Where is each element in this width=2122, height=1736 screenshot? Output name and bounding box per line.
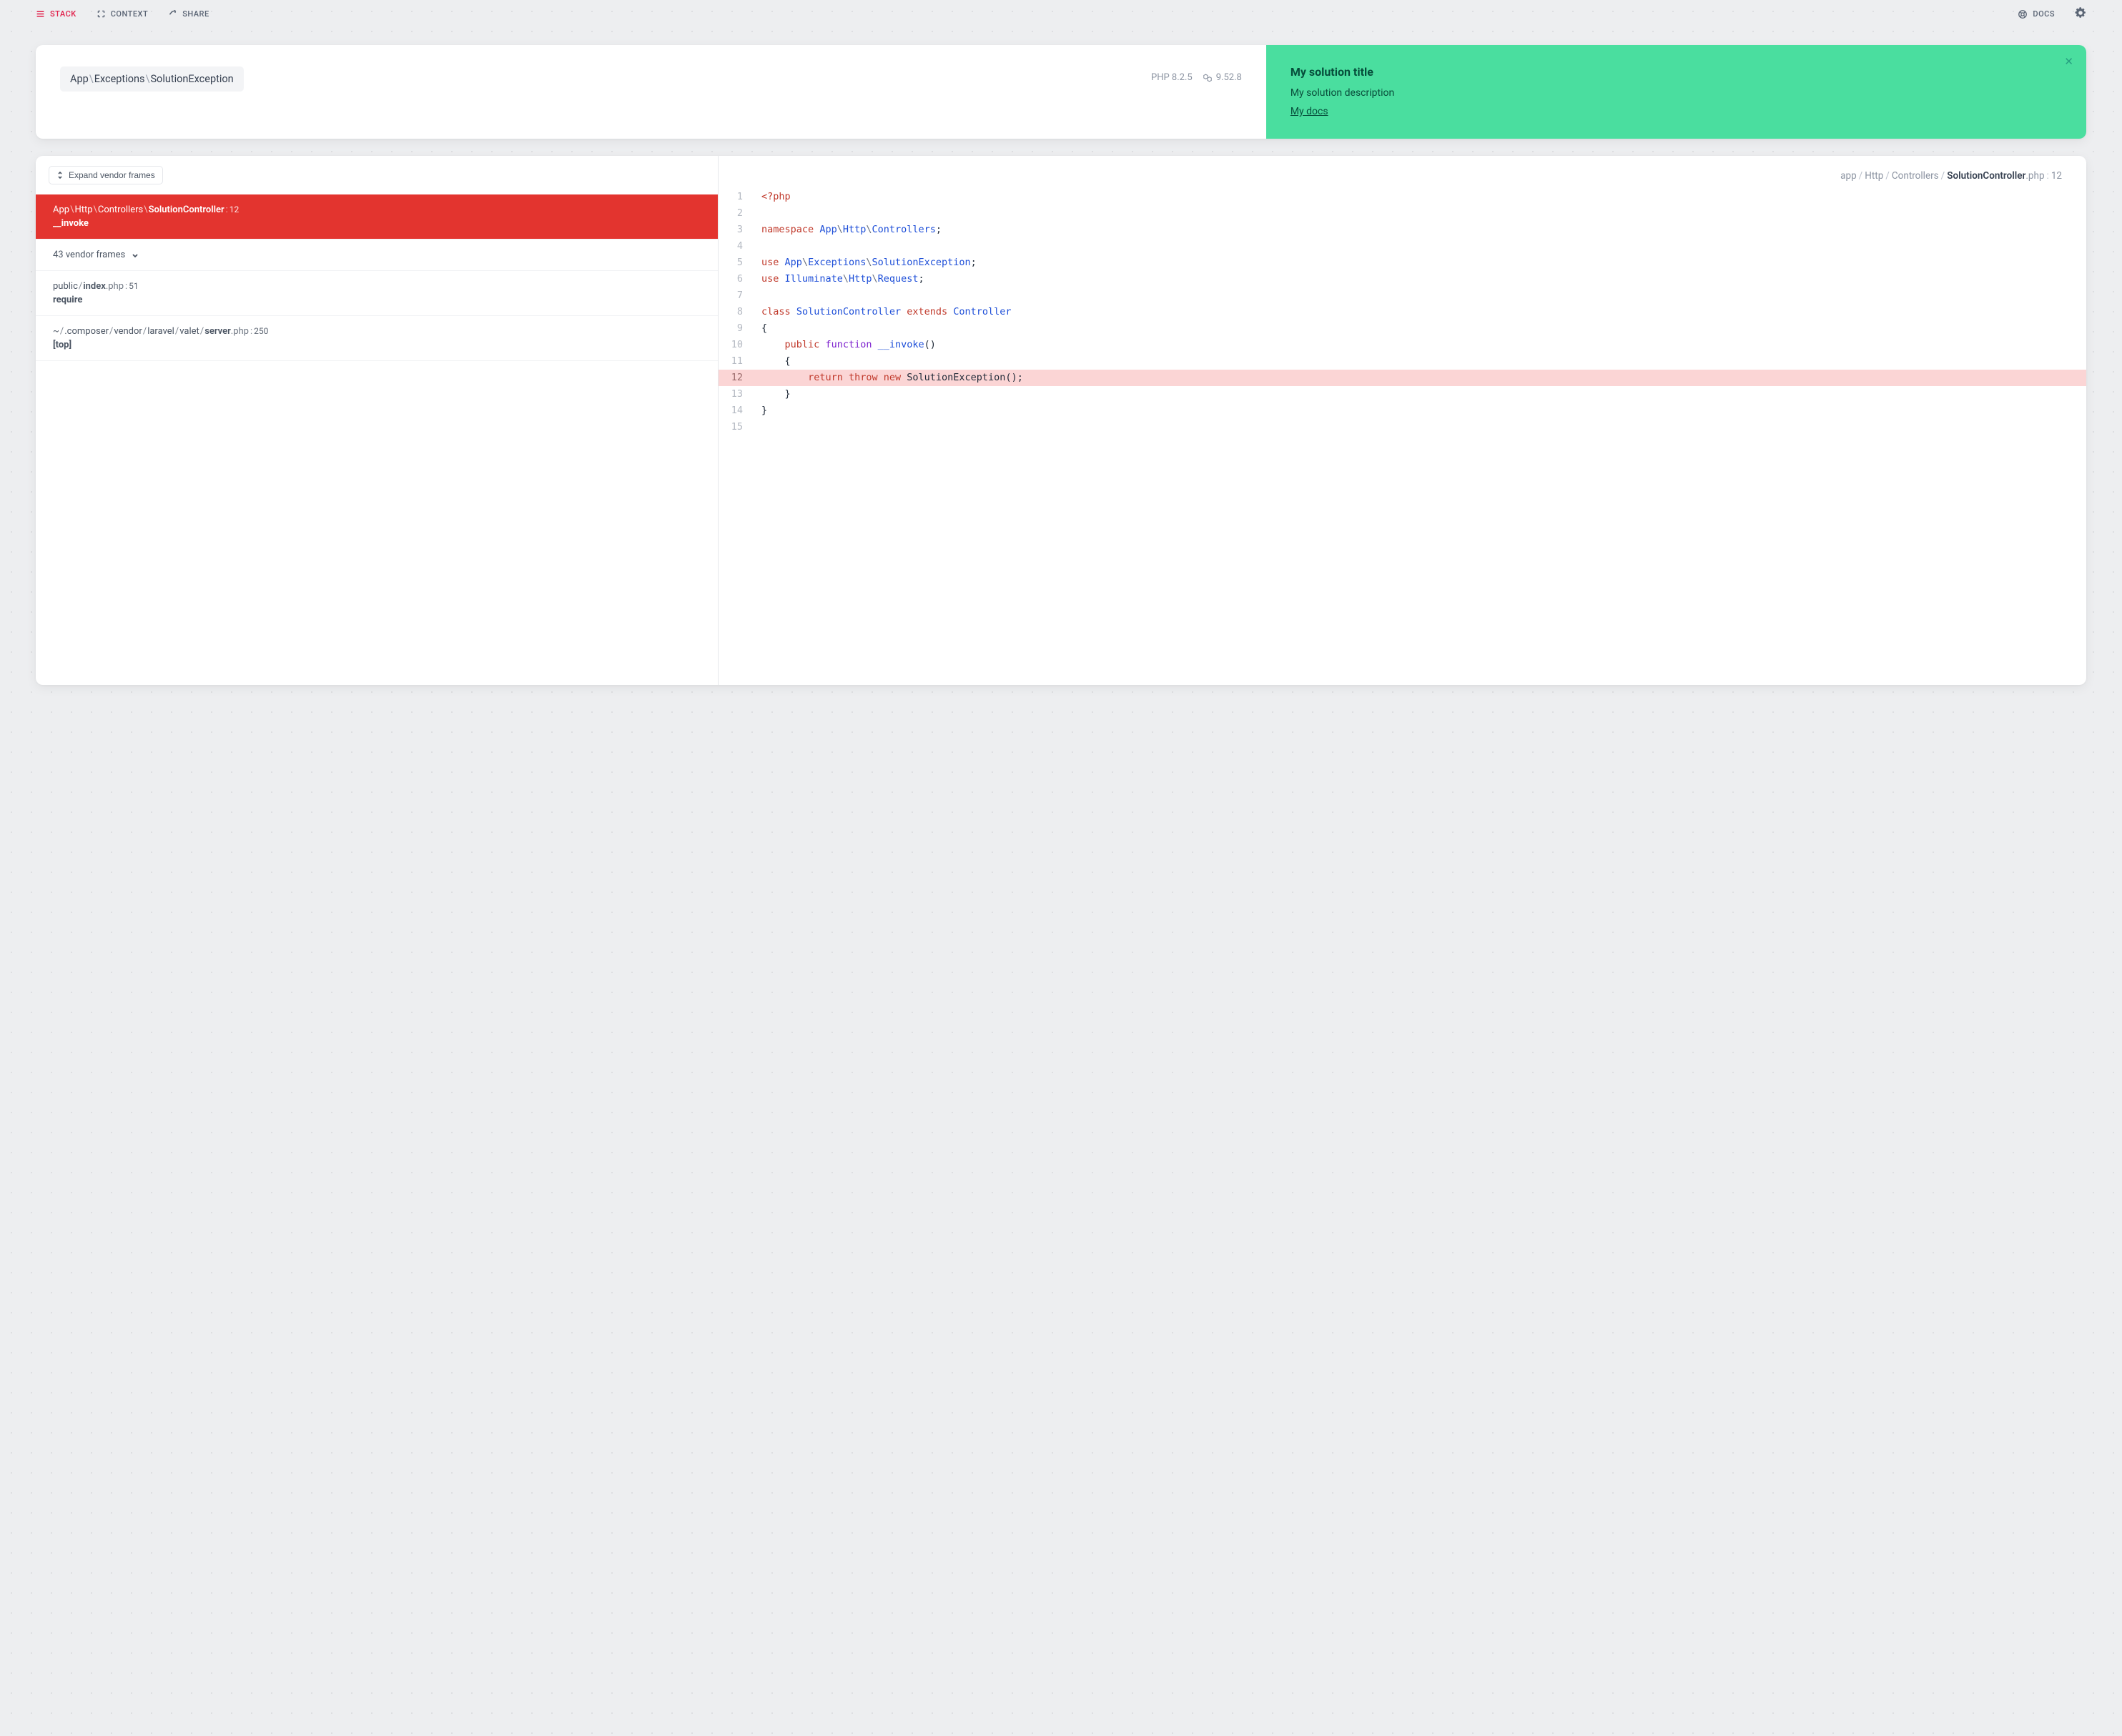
context-icon — [97, 9, 106, 19]
code-line — [751, 287, 2086, 304]
frame-function: require — [53, 295, 701, 305]
frame-path: App\Http\Controllers\SolutionController:… — [53, 204, 701, 215]
solution-panel: ✕ My solution title My solution descript… — [1266, 45, 2086, 139]
line-number: 2 — [719, 205, 751, 222]
close-icon: ✕ — [2064, 55, 2073, 68]
code-line: public function __invoke() — [751, 337, 2086, 353]
code-line: use App\Exceptions\SolutionException; — [751, 255, 2086, 271]
solution-title: My solution title — [1291, 65, 2062, 79]
close-solution-button[interactable]: ✕ — [2064, 55, 2073, 68]
line-number: 1 — [719, 189, 751, 205]
code-line: <?php — [751, 189, 2086, 205]
line-number: 10 — [719, 337, 751, 353]
nav-docs[interactable]: DOCS — [2018, 9, 2055, 19]
line-number: 4 — [719, 238, 751, 255]
exception-class-badge: App\Exceptions\SolutionException — [60, 66, 244, 92]
code-line — [751, 205, 2086, 222]
stack-trace-card: Expand vendor frames App\Http\Controller… — [36, 156, 2086, 685]
frame-list: App\Http\Controllers\SolutionController:… — [36, 194, 718, 361]
code-line: class SolutionController extends Control… — [751, 304, 2086, 320]
exception-header-card: App\Exceptions\SolutionException PHP 8.2… — [36, 45, 2086, 139]
chevron-down-icon — [131, 251, 139, 260]
source-code: 1<?php23namespace App\Http\Controllers;4… — [719, 189, 2086, 435]
nav-docs-label: DOCS — [2033, 9, 2055, 19]
stack-icon — [36, 9, 45, 19]
expand-vendor-frames-label: Expand vendor frames — [69, 170, 155, 180]
frames-panel: Expand vendor frames App\Http\Controller… — [36, 156, 719, 685]
code-line: return throw new SolutionException(); — [751, 370, 2086, 386]
line-number: 6 — [719, 271, 751, 287]
stack-frame[interactable]: ~/.composer/vendor/laravel/valet/server.… — [36, 316, 718, 361]
line-number: 15 — [719, 419, 751, 435]
php-version: PHP 8.2.5 — [1151, 72, 1193, 83]
sort-icon — [56, 171, 64, 179]
line-number: 7 — [719, 287, 751, 304]
line-number: 3 — [719, 222, 751, 238]
laravel-icon — [1203, 73, 1213, 83]
line-number: 11 — [719, 353, 751, 370]
file-breadcrumb: app/Http/Controllers/SolutionController.… — [719, 156, 2086, 189]
exception-header-left: App\Exceptions\SolutionException PHP 8.2… — [36, 45, 1266, 139]
vendor-frames-count: 43 vendor frames — [53, 250, 125, 260]
runtime-meta: PHP 8.2.5 9.52.8 — [1151, 72, 1242, 83]
code-line: use Illuminate\Http\Request; — [751, 271, 2086, 287]
share-icon — [168, 9, 177, 19]
solution-link[interactable]: My docs — [1291, 106, 1328, 117]
stack-frame[interactable]: public/index.php:51 require — [36, 271, 718, 316]
code-line — [751, 238, 2086, 255]
nav-context[interactable]: CONTEXT — [97, 9, 148, 19]
expand-vendor-frames-button[interactable]: Expand vendor frames — [49, 166, 163, 184]
nav-share[interactable]: SHARE — [168, 9, 209, 19]
nav-context-label: CONTEXT — [111, 9, 148, 19]
solution-description: My solution description — [1291, 87, 2062, 99]
gear-icon — [2075, 7, 2086, 19]
line-number: 5 — [719, 255, 751, 271]
laravel-version: 9.52.8 — [1203, 72, 1242, 83]
line-number: 13 — [719, 386, 751, 403]
code-panel: app/Http/Controllers/SolutionController.… — [719, 156, 2086, 685]
top-nav: STACK CONTEXT SHARE DOCS — [0, 0, 2122, 28]
code-line: { — [751, 353, 2086, 370]
code-line: namespace App\Http\Controllers; — [751, 222, 2086, 238]
nav-share-label: SHARE — [182, 9, 209, 19]
code-line: } — [751, 386, 2086, 403]
line-number: 12 — [719, 370, 751, 386]
line-number: 14 — [719, 403, 751, 419]
frame-path: ~/.composer/vendor/laravel/valet/server.… — [53, 326, 701, 337]
line-number: 8 — [719, 304, 751, 320]
code-line: } — [751, 403, 2086, 419]
vendor-frames-collapsed[interactable]: 43 vendor frames — [36, 240, 718, 271]
frame-function: [top] — [53, 340, 701, 350]
code-line — [751, 419, 2086, 435]
nav-stack[interactable]: STACK — [36, 9, 77, 19]
life-ring-icon — [2018, 9, 2028, 19]
stack-frame[interactable]: App\Http\Controllers\SolutionController:… — [36, 194, 718, 240]
frame-path: public/index.php:51 — [53, 281, 701, 292]
nav-stack-label: STACK — [50, 9, 77, 19]
code-line: { — [751, 320, 2086, 337]
settings-button[interactable] — [2075, 7, 2086, 21]
frame-function: __invoke — [53, 218, 701, 229]
line-number: 9 — [719, 320, 751, 337]
laravel-version-text: 9.52.8 — [1216, 72, 1242, 83]
